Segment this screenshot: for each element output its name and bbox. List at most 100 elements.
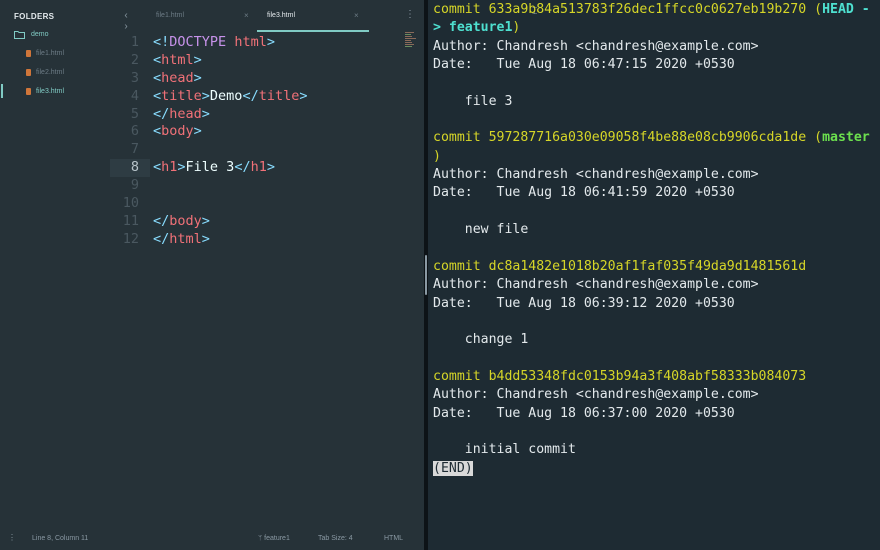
code-token: > — [266, 34, 275, 50]
terminal-text: ( — [814, 130, 823, 146]
code-token: < — [153, 87, 162, 104]
line-number: 6 — [130, 123, 139, 140]
code-text: </head> — [153, 106, 210, 124]
terminal-line: Author: Chandresh <chandresh@example.com… — [433, 38, 879, 56]
tree-file-label: file3.html — [36, 88, 65, 95]
code-line[interactable]: 5 </head> — [110, 106, 410, 124]
code-token: </ — [242, 87, 259, 104]
terminal-line: change 1 — [433, 331, 879, 349]
cursor-position[interactable]: Line 8, Column 11 — [32, 535, 88, 542]
terminal-pane[interactable]: ⌶ commit 633a9b84a513783f26dec1ffcc0c062… — [428, 0, 880, 550]
more-vertical-icon[interactable]: ⋮ — [8, 533, 16, 542]
terminal-line: Author: Chandresh <chandresh@example.com… — [433, 166, 879, 184]
terminal-text: ) — [512, 20, 521, 36]
terminal-text: file 3 — [433, 93, 513, 109]
line-number: 3 — [130, 69, 139, 86]
tab-label: file3.html — [267, 12, 296, 19]
line-number: 11 — [122, 212, 139, 229]
code-token: html — [169, 230, 202, 247]
terminal-line: Date: Tue Aug 18 06:39:12 2020 +0530 — [433, 295, 879, 313]
code-token: < — [153, 159, 162, 176]
code-token: > — [201, 105, 210, 122]
code-token: Demo — [209, 87, 243, 104]
line-number: 8 — [130, 159, 139, 176]
terminal-line: Author: Chandresh <chandresh@example.com… — [433, 276, 879, 294]
terminal-text: > feature1 — [433, 20, 513, 36]
divider-handle[interactable] — [425, 255, 427, 295]
tab-bar: file1.html × file3.html × — [146, 0, 424, 32]
code-line[interactable]: 2 <html> — [110, 52, 410, 70]
code-line[interactable]: 12 </html> — [110, 231, 410, 249]
code-line[interactable]: 7 — [110, 141, 410, 159]
terminal-text: Author: Chandresh <chandresh@example.com… — [433, 38, 759, 54]
terminal-text: commit 633a9b84a513783f26dec1ffcc0c0627e… — [433, 2, 815, 17]
terminal-output: commit 633a9b84a513783f26dec1ffcc0c0627e… — [433, 1, 879, 478]
close-icon[interactable]: × — [244, 11, 249, 20]
code-token: DOCTYPE — [169, 34, 227, 50]
code-editor[interactable]: 1 <!DOCTYPE html> 2 <html> 3 <head> 4 <title>De… — [110, 34, 410, 249]
code-line[interactable]: 3 <head> — [110, 70, 410, 88]
code-token: </ — [153, 105, 170, 122]
tree-file-file1[interactable]: file1.html — [26, 50, 64, 57]
line-number: 9 — [130, 177, 139, 194]
code-token: > — [177, 159, 186, 176]
active-file-marker — [1, 84, 3, 98]
tree-folder-demo[interactable]: demo — [14, 30, 49, 39]
more-vertical-icon[interactable]: ⋮ — [405, 9, 415, 20]
code-line[interactable]: 9 — [110, 177, 410, 195]
code-line[interactable]: 8 <h1>File 3</h1> — [110, 159, 275, 178]
tree-file-file3[interactable]: file3.html — [26, 88, 64, 95]
git-branch[interactable]: ᛘ feature1 — [258, 535, 290, 542]
line-number: 7 — [130, 141, 139, 158]
tab-file3[interactable]: file3.html × — [257, 0, 369, 32]
terminal-text: Date: Tue Aug 18 06:39:12 2020 +0530 — [433, 295, 735, 311]
code-text: </html> — [153, 231, 210, 249]
code-line[interactable]: 6 <body> — [110, 123, 410, 141]
code-token: title — [258, 87, 300, 104]
terminal-text: Date: Tue Aug 18 06:47:15 2020 +0530 — [433, 57, 735, 73]
terminal-text: ( — [814, 2, 823, 17]
terminal-text: change 1 — [433, 332, 529, 348]
code-token: body — [161, 123, 194, 140]
code-token: File 3 — [185, 159, 235, 176]
terminal-text: Date: Tue Aug 18 06:41:59 2020 +0530 — [433, 185, 735, 201]
tree-folder-label: demo — [31, 31, 49, 38]
terminal-text: initial commit — [433, 442, 576, 458]
syntax-mode[interactable]: HTML — [384, 535, 403, 542]
terminal-line: Author: Chandresh <chandresh@example.com… — [433, 386, 879, 404]
pager-end-marker: (END) — [433, 460, 473, 476]
code-line[interactable]: 10 — [110, 195, 410, 213]
code-token: < — [153, 51, 162, 68]
code-token: head — [161, 69, 194, 86]
tab-file1[interactable]: file1.html × — [146, 0, 258, 32]
code-line[interactable]: 4 <title>Demo</title> — [110, 88, 410, 106]
line-number: 4 — [130, 87, 139, 104]
terminal-line: Date: Tue Aug 18 06:41:59 2020 +0530 — [433, 184, 879, 202]
terminal-text: Author: Chandresh <chandresh@example.com… — [433, 387, 759, 403]
code-token: < — [153, 123, 162, 140]
html-file-icon — [26, 69, 31, 76]
chevron-right-icon[interactable]: › — [118, 21, 134, 32]
html-file-icon — [26, 50, 31, 57]
tree-file-file2[interactable]: file2.html — [26, 69, 64, 76]
terminal-text: commit dc8a1482e1018b20af1faf035f49da9d1… — [433, 258, 807, 274]
code-token: > — [201, 87, 210, 104]
terminal-line: Date: Tue Aug 18 06:47:15 2020 +0530 — [433, 56, 879, 74]
code-token: </ — [234, 159, 251, 176]
tree-file-label: file1.html — [36, 50, 65, 57]
code-token: > — [201, 212, 210, 229]
code-line[interactable]: 1 <!DOCTYPE html> — [110, 34, 410, 52]
code-line[interactable]: 11 </body> — [110, 213, 410, 231]
terminal-text: HEAD - — [822, 2, 870, 17]
tab-size[interactable]: Tab Size: 4 — [318, 535, 353, 542]
terminal-text: Author: Chandresh <chandresh@example.com… — [433, 167, 759, 183]
chevron-left-icon[interactable]: ‹ — [118, 10, 134, 21]
active-tab-underline — [257, 30, 369, 32]
code-token: html — [234, 34, 267, 50]
close-icon[interactable]: × — [354, 11, 359, 20]
code-text: <h1>File 3</h1> — [153, 159, 275, 177]
